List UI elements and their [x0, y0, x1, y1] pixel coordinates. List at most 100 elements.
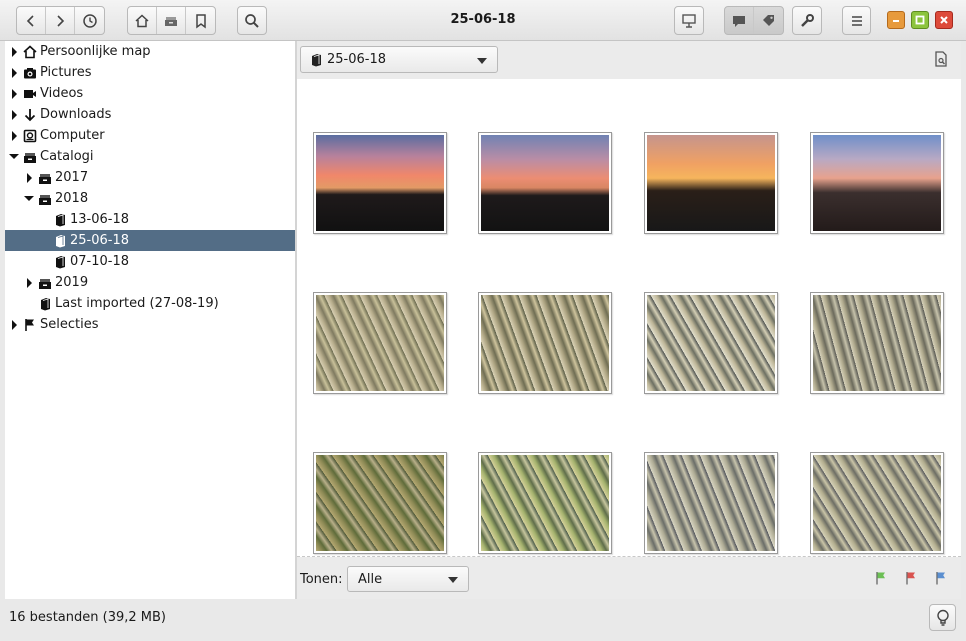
thumbnail-image — [647, 455, 775, 551]
flag-red-icon[interactable] — [905, 571, 917, 589]
flag-green-icon[interactable] — [875, 571, 887, 589]
catalog-library-icon — [38, 276, 52, 290]
browser-pane: 25-06-18 Tonen: Alle — [297, 41, 961, 599]
catalogs-icon — [165, 16, 177, 26]
sidebar-item-2019[interactable]: 2019 — [5, 272, 295, 293]
thumbnail-bush-4[interactable] — [810, 292, 944, 394]
window-title: 25-06-18 — [450, 12, 516, 27]
expander-collapsed-icon[interactable] — [9, 88, 19, 99]
sidebar-item-label: 07-10-18 — [70, 254, 130, 269]
expander-expanded-icon[interactable] — [24, 194, 34, 204]
sidebar-item-label: Videos — [40, 86, 84, 101]
catalog-icon — [53, 213, 67, 227]
presentation-icon — [682, 13, 696, 28]
search-button[interactable] — [237, 6, 267, 35]
sidebar-item-computer[interactable]: Computer — [5, 125, 295, 146]
comment-tag-group — [724, 6, 784, 35]
home-button[interactable] — [128, 7, 157, 34]
bookmarks-icon — [195, 13, 206, 28]
thumbnail-bush-8[interactable] — [810, 452, 944, 554]
sidebar-item-label: Pictures — [40, 65, 92, 80]
sidebar-item-2017[interactable]: 2017 — [5, 167, 295, 188]
thumbnail-bush-5[interactable] — [313, 452, 447, 554]
minimize-button[interactable] — [887, 11, 905, 29]
sidebar-item-downloads[interactable]: Downloads — [5, 104, 295, 125]
tools-icon — [801, 13, 814, 27]
document-properties-icon — [935, 51, 947, 67]
thumbnail-image — [481, 295, 609, 391]
catalogs-button[interactable] — [157, 7, 186, 34]
chevron-down-icon — [477, 58, 487, 64]
flag-icon — [23, 318, 37, 332]
sidebar-item-label: Catalogi — [40, 149, 94, 164]
sidebar-item-07-10-18[interactable]: 07-10-18 — [5, 251, 295, 272]
comment-button[interactable] — [725, 7, 754, 34]
sidebar-item-pictures[interactable]: Pictures — [5, 62, 295, 83]
sidebar-item-last-imported-27-08-19[interactable]: Last imported (27-08-19) — [5, 293, 295, 314]
home-icon — [135, 13, 149, 27]
catalog-icon — [53, 234, 67, 248]
sidebar-item-label: Persoonlijke map — [40, 44, 151, 59]
thumbnail-image — [647, 135, 775, 231]
close-button[interactable] — [935, 11, 953, 29]
expander-collapsed-icon[interactable] — [9, 130, 19, 141]
expander-collapsed-icon[interactable] — [9, 67, 19, 78]
thumbnail-bush-1[interactable] — [313, 292, 447, 394]
catalog-icon — [38, 297, 52, 311]
thumbnail-sunset-3[interactable] — [644, 132, 778, 234]
sidebar-item-13-06-18[interactable]: 13-06-18 — [5, 209, 295, 230]
expander-collapsed-icon[interactable] — [9, 109, 19, 120]
thumbnail-sunset-1[interactable] — [313, 132, 447, 234]
search-icon — [245, 13, 259, 28]
expander-expanded-icon[interactable] — [9, 152, 19, 162]
thumbnail-image — [813, 135, 941, 231]
tag-icon — [762, 14, 774, 26]
history-button[interactable] — [75, 7, 104, 34]
filter-dropdown[interactable]: Alle — [347, 566, 469, 592]
sidebar-tree: Persoonlijke map Pictures Videos Downloads C… — [5, 41, 295, 599]
sidebar-item-25-06-18[interactable]: 25-06-18 — [5, 230, 295, 251]
minimize-icon — [893, 20, 899, 22]
sidebar-item-label: Downloads — [40, 107, 112, 122]
properties-button[interactable] — [930, 48, 952, 70]
download-icon — [23, 108, 37, 122]
bookmarks-button[interactable] — [186, 7, 215, 34]
expander-collapsed-icon[interactable] — [9, 319, 19, 330]
sidebar-item-videos[interactable]: Videos — [5, 83, 295, 104]
filter-bar: Tonen: Alle — [297, 557, 961, 599]
maximize-button[interactable] — [911, 11, 929, 29]
thumbnail-sunset-2[interactable] — [478, 132, 612, 234]
thumbnail-sunset-4[interactable] — [810, 132, 944, 234]
sidebar-item-label: 25-06-18 — [70, 233, 130, 248]
places-group — [127, 6, 216, 35]
presentation-button[interactable] — [674, 6, 704, 35]
thumbnail-bush-6[interactable] — [478, 452, 612, 554]
back-icon — [26, 14, 34, 27]
thumbnail-bush-2[interactable] — [478, 292, 612, 394]
tag-button[interactable] — [754, 7, 783, 34]
forward-button[interactable] — [46, 7, 75, 34]
sidebar-item-label: 2018 — [55, 191, 89, 206]
sidebar-item-catalogi[interactable]: Catalogi — [5, 146, 295, 167]
maximize-icon — [915, 15, 925, 25]
sidebar-item-label: 13-06-18 — [70, 212, 130, 227]
sidebar-item-persoonlijke-map[interactable]: Persoonlijke map — [5, 41, 295, 62]
flag-blue-icon[interactable] — [935, 571, 947, 589]
tools-button[interactable] — [792, 6, 822, 35]
expander-collapsed-icon[interactable] — [9, 46, 19, 57]
video-icon — [23, 87, 37, 101]
forward-icon — [57, 14, 65, 27]
back-button[interactable] — [17, 7, 46, 34]
sidebar-item-2018[interactable]: 2018 — [5, 188, 295, 209]
location-selector[interactable]: 25-06-18 — [300, 46, 498, 73]
expander-collapsed-icon[interactable] — [24, 277, 34, 288]
tips-button[interactable] — [929, 604, 956, 631]
sidebar-item-selecties[interactable]: Selecties — [5, 314, 295, 335]
expander-collapsed-icon[interactable] — [24, 172, 34, 183]
thumbnail-bush-3[interactable] — [644, 292, 778, 394]
main-menu-button[interactable] — [842, 6, 871, 35]
thumbnail-bush-7[interactable] — [644, 452, 778, 554]
